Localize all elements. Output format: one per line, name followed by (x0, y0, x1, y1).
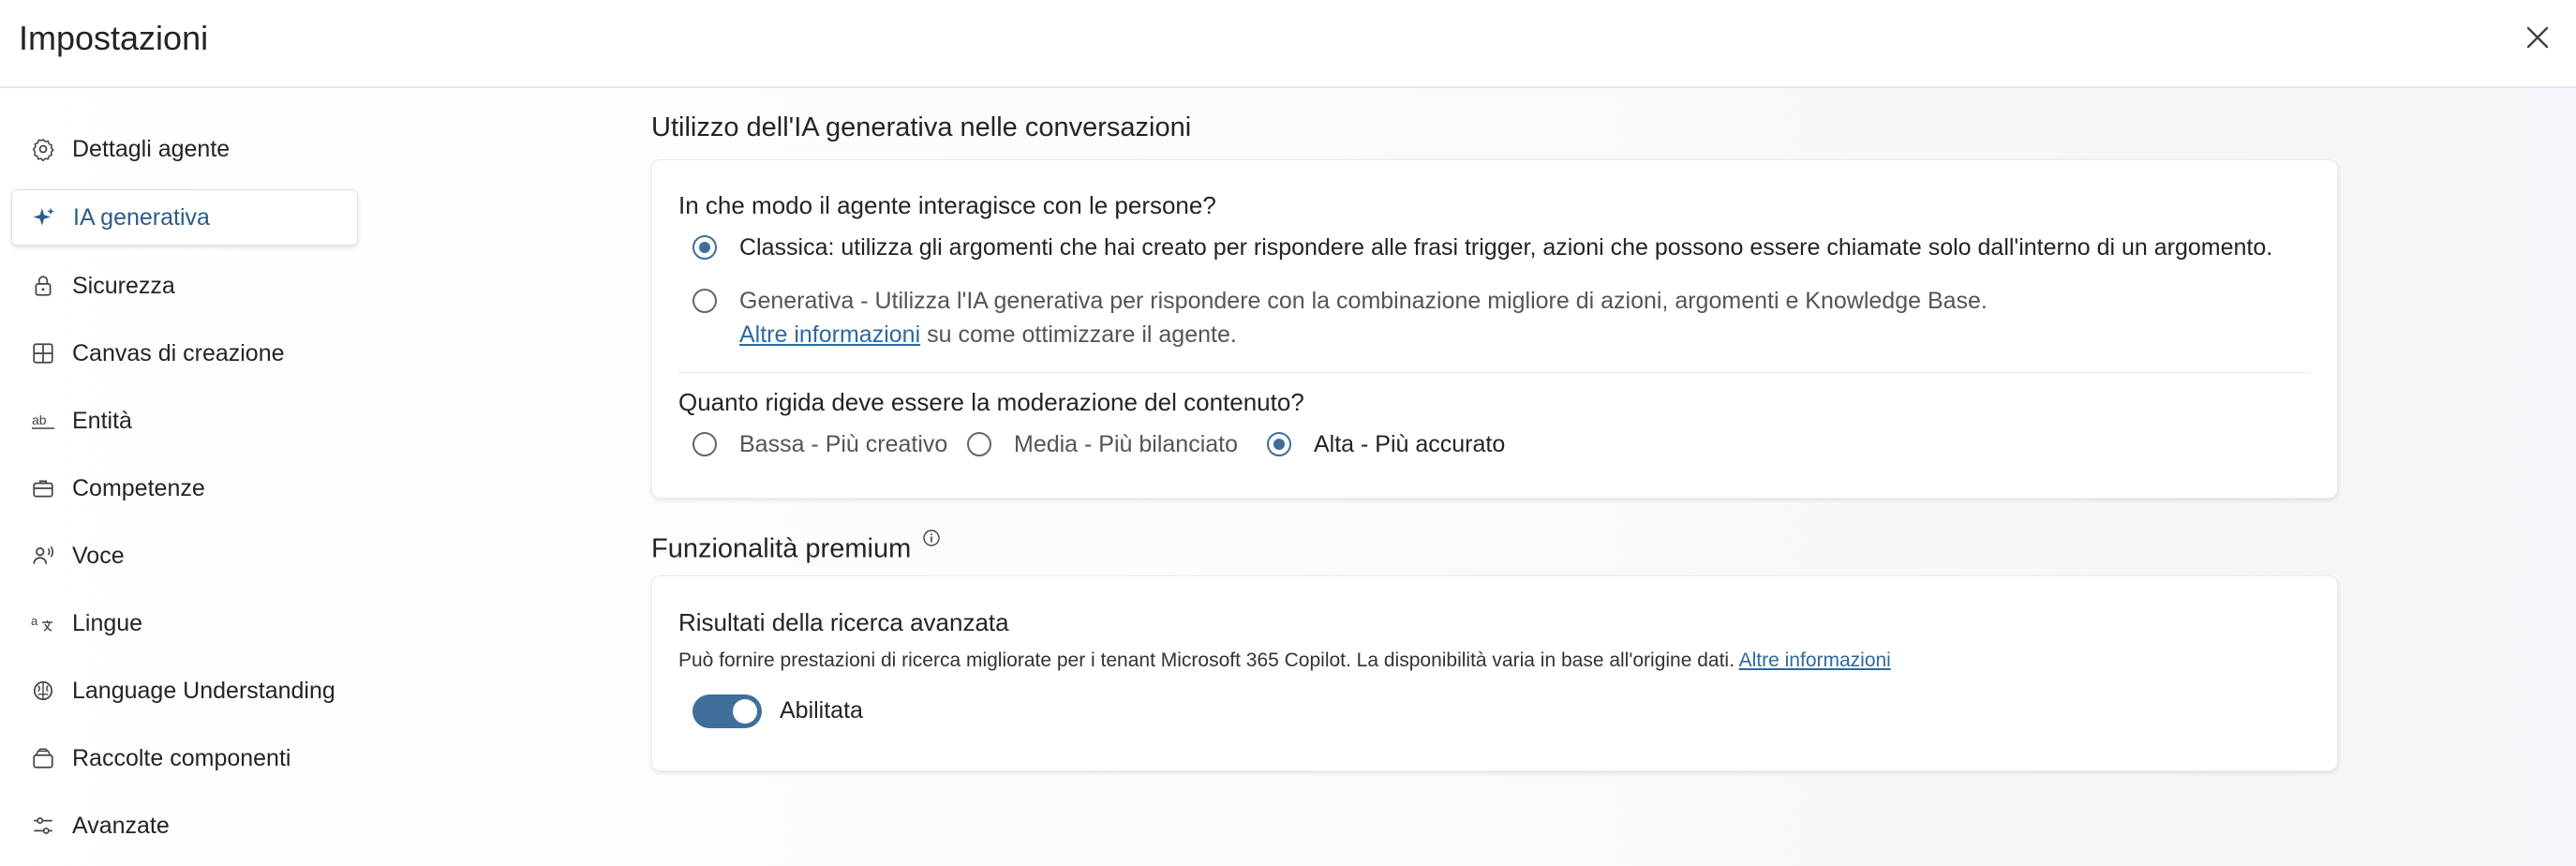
card-divider (678, 372, 2311, 373)
moderation-question: Quanto rigida deve essere la moderazione… (678, 388, 1304, 416)
sidebar-item-language-understanding[interactable]: Language Understanding (11, 664, 358, 718)
moderation-medium-label: Media - Più bilanciato (1014, 431, 1239, 457)
sliders-icon (30, 813, 56, 839)
settings-nav: Dettagli agente IA generativa Sicurezza … (11, 122, 358, 866)
sparkle-icon (31, 204, 57, 231)
sidebar-item-label: Entità (72, 408, 132, 434)
more-info-suffix: su come ottimizzare il agente. (927, 321, 1237, 348)
translate-icon: a (30, 610, 56, 636)
grid-icon (30, 340, 56, 366)
sidebar-item-competenze[interactable]: Competenze (11, 461, 358, 515)
moderation-low-label: Bassa - Più creativo (739, 431, 948, 457)
generative-radio[interactable] (692, 289, 717, 313)
moderation-high-radio[interactable] (1267, 432, 1291, 456)
collection-icon (30, 745, 56, 771)
moderation-medium-radio[interactable] (967, 432, 991, 456)
sidebar-item-label: Voce (72, 543, 125, 569)
lock-icon (30, 273, 56, 299)
sidebar-item-label: Language Understanding (72, 678, 335, 704)
classic-option-label: Classica: utilizza gli argomenti che hai… (739, 234, 2273, 261)
advanced-search-title: Risultati della ricerca avanzata (678, 608, 1009, 636)
info-icon[interactable] (922, 529, 941, 547)
generative-option-label: Generativa - Utilizza l'IA generativa pe… (739, 288, 1988, 314)
generative-card: In che modo il agente interagisce con le… (651, 159, 2338, 499)
sidebar-item-label: Raccolte componenti (72, 745, 291, 771)
ab-text-icon: ab (30, 408, 56, 434)
moderation-high-label: Alta - Più accurato (1314, 431, 1506, 457)
sidebar-item-voce[interactable]: Voce (11, 529, 358, 583)
premium-card: Risultati della ricerca avanzata Può for… (651, 575, 2338, 771)
sidebar-item-lingue[interactable]: a Lingue (11, 596, 358, 650)
close-button[interactable] (2519, 19, 2556, 56)
classic-radio[interactable] (692, 235, 717, 260)
brain-icon (30, 678, 56, 704)
generative-section-title: Utilizzo dell'IA generativa nelle conver… (651, 112, 1192, 142)
description-text: Può fornire prestazioni di ricerca migli… (678, 650, 1735, 671)
toggle-label: Abilitata (780, 697, 863, 724)
sidebar-item-raccolte-componenti[interactable]: Raccolte componenti (11, 731, 358, 785)
voice-icon (30, 543, 56, 569)
briefcase-icon (30, 475, 56, 501)
advanced-search-toggle[interactable] (692, 694, 762, 728)
sidebar-item-label: Avanzate (72, 813, 170, 839)
sidebar-item-dettagli-agente[interactable]: Dettagli agente (11, 122, 358, 176)
premium-section-title: Funzionalità premium (651, 529, 941, 565)
sidebar-item-sicurezza[interactable]: Sicurezza (11, 259, 358, 313)
advanced-search-description: Può fornire prestazioni di ricerca migli… (678, 650, 1891, 672)
sidebar-item-label: Sicurezza (72, 273, 175, 299)
close-icon (2526, 26, 2549, 49)
settings-header: Impostazioni (0, 0, 2576, 88)
sidebar-item-canvas-di-creazione[interactable]: Canvas di creazione (11, 326, 358, 381)
svg-text:a: a (31, 614, 38, 628)
premium-title-text: Funzionalità premium (651, 533, 912, 564)
sidebar-item-label: Canvas di creazione (72, 340, 285, 366)
sidebar-item-ia-generativa[interactable]: IA generativa (11, 189, 358, 246)
gear-icon (30, 136, 56, 162)
moderation-low-radio[interactable] (692, 432, 717, 456)
sidebar-item-label: Competenze (72, 475, 205, 501)
sidebar-item-label: Dettagli agente (72, 136, 231, 162)
more-info-link[interactable]: Altre informazioni (739, 321, 920, 348)
sidebar-item-entita[interactable]: ab Entità (11, 394, 358, 448)
page-title: Impostazioni (19, 19, 209, 57)
svg-text:ab: ab (32, 412, 47, 427)
sidebar-item-label: IA generativa (73, 204, 210, 231)
generative-more-info: Altre informazioni su come ottimizzare i… (739, 321, 1237, 349)
sidebar-item-avanzate[interactable]: Avanzate (11, 799, 358, 853)
premium-more-info-link[interactable]: Altre informazioni (1739, 650, 1891, 671)
interaction-question: In che modo il agente interagisce con le… (678, 191, 1216, 219)
sidebar-item-label: Lingue (72, 610, 143, 636)
